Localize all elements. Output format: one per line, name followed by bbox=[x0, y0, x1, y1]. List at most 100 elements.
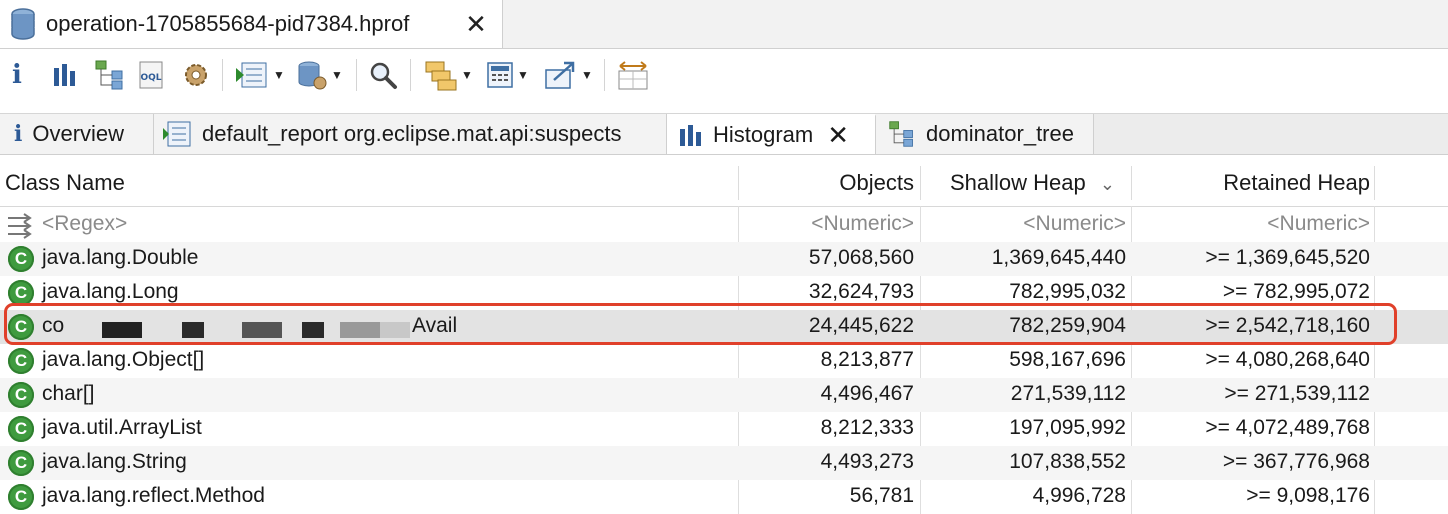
heap-dump-overview-button[interactable] bbox=[180, 57, 212, 93]
export-button[interactable]: ▼ bbox=[544, 57, 593, 93]
group-result-icon bbox=[425, 61, 457, 91]
objects-filter[interactable]: <Numeric> bbox=[811, 212, 914, 236]
tab-default-report[interactable]: default_report org.eclipse.mat.api:suspe… bbox=[154, 114, 667, 154]
search-button[interactable] bbox=[368, 57, 398, 93]
report-icon bbox=[162, 120, 192, 148]
retained-heap-value: >= 271,539,112 bbox=[1224, 382, 1370, 405]
table-row[interactable]: C java.lang.Double 57,068,560 1,369,645,… bbox=[0, 242, 1448, 276]
shallow-heap-filter[interactable]: <Numeric> bbox=[1023, 212, 1126, 236]
shallow-heap-value: 782,259,904 bbox=[1009, 314, 1126, 337]
pin-button[interactable] bbox=[616, 57, 650, 93]
class-name: java.lang.Long bbox=[42, 280, 179, 303]
column-header-shallow-heap[interactable]: Shallow Heap ⌄ bbox=[950, 170, 1115, 196]
oql-icon: OQL bbox=[139, 61, 163, 89]
table-row[interactable]: C java.lang.Long 32,624,793 782,995,032 … bbox=[0, 276, 1448, 310]
table-row[interactable]: C java.lang.Object[] 8,213,877 598,167,6… bbox=[0, 344, 1448, 378]
filter-icon bbox=[8, 213, 32, 239]
histogram-icon bbox=[679, 124, 703, 146]
heap-dump-overview-icon bbox=[185, 64, 207, 86]
objects-value: 32,624,793 bbox=[808, 280, 914, 303]
table-row-selected[interactable]: C co Avail 24,445,622 782,259,904 >= 2,5… bbox=[0, 310, 1448, 344]
oql-button[interactable]: OQL bbox=[136, 57, 168, 93]
class-icon: C bbox=[8, 416, 34, 442]
sort-descending-icon: ⌄ bbox=[1099, 174, 1115, 194]
group-result-button[interactable]: ▼ bbox=[424, 57, 473, 93]
table-row[interactable]: C char[] 4,496,467 271,539,112 >= 271,53… bbox=[0, 378, 1448, 412]
run-expert-system-icon bbox=[236, 62, 267, 88]
chevron-down-icon: ▼ bbox=[273, 68, 285, 82]
retained-heap-filter[interactable]: <Numeric> bbox=[1267, 212, 1370, 236]
objects-value: 4,493,273 bbox=[820, 450, 914, 473]
info-button[interactable]: i bbox=[12, 57, 22, 93]
database-icon bbox=[11, 8, 35, 40]
class-name: java.lang.reflect.Method bbox=[42, 484, 265, 507]
column-divider[interactable] bbox=[1374, 166, 1375, 200]
toolbar-separator bbox=[222, 59, 223, 91]
class-name-suffix: Avail bbox=[412, 314, 458, 337]
tab-overview[interactable]: i Overview bbox=[0, 114, 154, 154]
class-icon: C bbox=[8, 450, 34, 476]
chevron-down-icon: ▼ bbox=[517, 68, 529, 82]
shallow-heap-value: 598,167,696 bbox=[1009, 348, 1126, 371]
chevron-down-icon: ▼ bbox=[461, 68, 473, 82]
class-icon: C bbox=[8, 314, 34, 340]
retained-heap-value: >= 1,369,645,520 bbox=[1205, 246, 1370, 269]
filter-row[interactable]: <Regex> <Numeric> <Numeric> <Numeric> bbox=[0, 208, 1448, 242]
search-icon bbox=[370, 62, 397, 89]
table-header: Class Name Objects Shallow Heap ⌄ Retain… bbox=[0, 160, 1448, 207]
table-row[interactable]: C java.lang.reflect.Method 56,781 4,996,… bbox=[0, 480, 1448, 514]
info-icon: i bbox=[14, 121, 23, 147]
column-divider[interactable] bbox=[1131, 166, 1132, 200]
shallow-heap-value: 107,838,552 bbox=[1009, 450, 1126, 473]
objects-value: 8,213,877 bbox=[820, 348, 914, 371]
pin-icon bbox=[618, 61, 648, 90]
editor-tab-title: operation-1705855684-pid7384.hprof bbox=[46, 11, 410, 36]
editor-tab-heap-dump[interactable]: operation-1705855684-pid7384.hprof ✕ bbox=[0, 0, 503, 48]
shallow-heap-value: 4,996,728 bbox=[1032, 484, 1126, 507]
svg-text:OQL: OQL bbox=[140, 73, 161, 83]
table-row[interactable]: C java.lang.String 4,493,273 107,838,552… bbox=[0, 446, 1448, 480]
column-header-class-name[interactable]: Class Name bbox=[5, 170, 125, 196]
class-name: java.lang.Object[] bbox=[42, 348, 205, 371]
tab-histogram[interactable]: Histogram ✕ bbox=[667, 114, 876, 154]
run-expert-system-button[interactable]: ▼ bbox=[234, 57, 285, 93]
info-icon: i bbox=[12, 60, 22, 90]
chevron-down-icon: ▼ bbox=[331, 68, 343, 82]
calculate-retained-size-icon bbox=[487, 62, 513, 88]
close-icon[interactable]: ✕ bbox=[827, 120, 849, 151]
class-name: java.util.ArrayList bbox=[42, 416, 202, 439]
histogram-icon bbox=[54, 64, 75, 86]
tab-dominator-tree[interactable]: dominator_tree bbox=[876, 114, 1094, 154]
calculate-retained-size-button[interactable]: ▼ bbox=[486, 57, 529, 93]
retained-heap-value: >= 4,080,268,640 bbox=[1205, 348, 1370, 371]
dominator-tree-icon bbox=[95, 60, 123, 90]
dominator-tree-button[interactable] bbox=[94, 57, 126, 93]
export-icon bbox=[545, 61, 575, 89]
column-divider[interactable] bbox=[738, 166, 739, 200]
objects-value: 8,212,333 bbox=[820, 416, 914, 439]
column-divider[interactable] bbox=[920, 166, 921, 200]
retained-heap-value: >= 4,072,489,768 bbox=[1205, 416, 1370, 439]
class-name-filter[interactable]: <Regex> bbox=[42, 212, 127, 236]
shallow-heap-value: 197,095,992 bbox=[1009, 416, 1126, 439]
retained-heap-value: >= 782,995,072 bbox=[1222, 280, 1370, 303]
close-icon[interactable]: ✕ bbox=[462, 10, 490, 38]
objects-value: 57,068,560 bbox=[808, 246, 914, 269]
toolbar-separator bbox=[356, 59, 357, 91]
class-name-prefix: co bbox=[42, 314, 65, 337]
open-query-browser-button[interactable]: ▼ bbox=[296, 57, 343, 93]
class-icon: C bbox=[8, 484, 34, 510]
histogram-button[interactable] bbox=[52, 57, 78, 93]
class-icon: C bbox=[8, 246, 34, 272]
open-query-browser-icon bbox=[298, 61, 327, 90]
tab-label: dominator_tree bbox=[926, 121, 1074, 146]
retained-heap-value: >= 2,542,718,160 bbox=[1205, 314, 1370, 337]
chevron-down-icon: ▼ bbox=[581, 68, 593, 82]
class-name: java.lang.String bbox=[42, 450, 187, 473]
column-header-objects[interactable]: Objects bbox=[839, 170, 914, 196]
column-header-retained-heap[interactable]: Retained Heap bbox=[1223, 170, 1370, 196]
table-row[interactable]: C java.util.ArrayList 8,212,333 197,095,… bbox=[0, 412, 1448, 446]
class-icon: C bbox=[8, 280, 34, 306]
shallow-heap-value: 1,369,645,440 bbox=[991, 246, 1126, 269]
view-tab-bar: i Overview default_report org.eclipse.ma… bbox=[0, 113, 1448, 155]
